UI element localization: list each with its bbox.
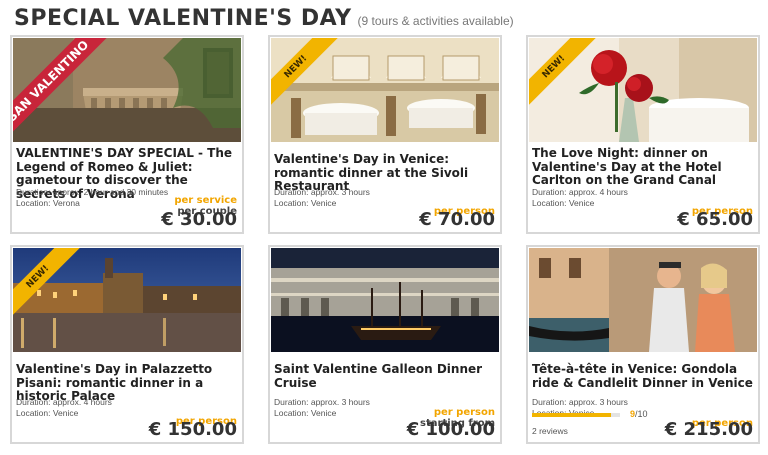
tour-card-galleon-cruise[interactable]: Saint Valentine Galleon Dinner Cruise Du… bbox=[268, 245, 502, 444]
tour-price: € 150.00 bbox=[148, 419, 237, 440]
tour-location: Location: Venice bbox=[532, 198, 595, 208]
tour-price: € 100.00 bbox=[406, 419, 495, 440]
tour-card-gondola-dinner[interactable]: Tête-à-tête in Venice: Gondola ride & Ca… bbox=[526, 245, 760, 444]
tour-card-palazzetto-pisani[interactable]: NEW! Valentine's Day in Palazzetto Pisan… bbox=[10, 245, 244, 444]
tour-duration: Duration: approx. 3 hours bbox=[274, 187, 370, 197]
tour-photo[interactable]: SAN VALENTINO bbox=[13, 38, 241, 142]
tour-photo[interactable] bbox=[271, 248, 499, 352]
tour-card-sivoli[interactable]: NEW! Valentine's Day in Venice: romantic… bbox=[268, 35, 502, 234]
tour-location: Location: Verona bbox=[16, 198, 80, 208]
tour-photo[interactable]: NEW! bbox=[529, 38, 757, 142]
tour-price: € 70.00 bbox=[419, 209, 495, 230]
tour-price: € 30.00 bbox=[161, 209, 237, 230]
tour-location: Location: Venice bbox=[274, 408, 337, 418]
tour-duration: Duration: approx. 2 hour and 30 minutes bbox=[16, 187, 169, 197]
tour-card-romeo-juliet[interactable]: SAN VALENTINO VALENTINE'S DAY SPECIAL - … bbox=[10, 35, 244, 234]
tour-grid: SAN VALENTINO VALENTINE'S DAY SPECIAL - … bbox=[10, 35, 760, 451]
section-header: SPECIAL VALENTINE'S DAY (9 tours & activ… bbox=[14, 6, 514, 34]
tour-photo[interactable]: NEW! bbox=[271, 38, 499, 142]
tours-count: (9 tours & activities available) bbox=[357, 14, 514, 28]
tour-title[interactable]: Saint Valentine Galleon Dinner Cruise bbox=[274, 362, 498, 390]
tour-location: Location: Venice bbox=[274, 198, 337, 208]
tour-photo[interactable]: NEW! bbox=[13, 248, 241, 352]
section-title: SPECIAL VALENTINE'S DAY bbox=[14, 6, 352, 31]
tour-location: Location: Venice bbox=[16, 408, 79, 418]
reviews-link[interactable]: 2 reviews bbox=[532, 426, 568, 436]
tour-card-carlton[interactable]: NEW! The Love Night: dinner on Valentine… bbox=[526, 35, 760, 234]
tour-duration: Duration: approx. 4 hours bbox=[16, 397, 112, 407]
tour-duration: Duration: approx. 3 hours bbox=[274, 397, 370, 407]
tour-duration: Duration: approx. 4 hours bbox=[532, 187, 628, 197]
rating-track bbox=[532, 413, 620, 417]
tour-price: € 215.00 bbox=[664, 419, 753, 440]
tour-duration: Duration: approx. 3 hours bbox=[532, 397, 628, 407]
tour-title[interactable]: The Love Night: dinner on Valentine's Da… bbox=[532, 146, 756, 188]
tour-title[interactable]: Tête-à-tête in Venice: Gondola ride & Ca… bbox=[532, 362, 756, 390]
rating-score: 9/10 bbox=[630, 409, 648, 419]
price-type: per service bbox=[174, 195, 237, 206]
tour-price: € 65.00 bbox=[677, 209, 753, 230]
rating-fill bbox=[532, 413, 612, 417]
tour-photo[interactable] bbox=[529, 248, 757, 352]
price-type: per person bbox=[433, 407, 495, 418]
